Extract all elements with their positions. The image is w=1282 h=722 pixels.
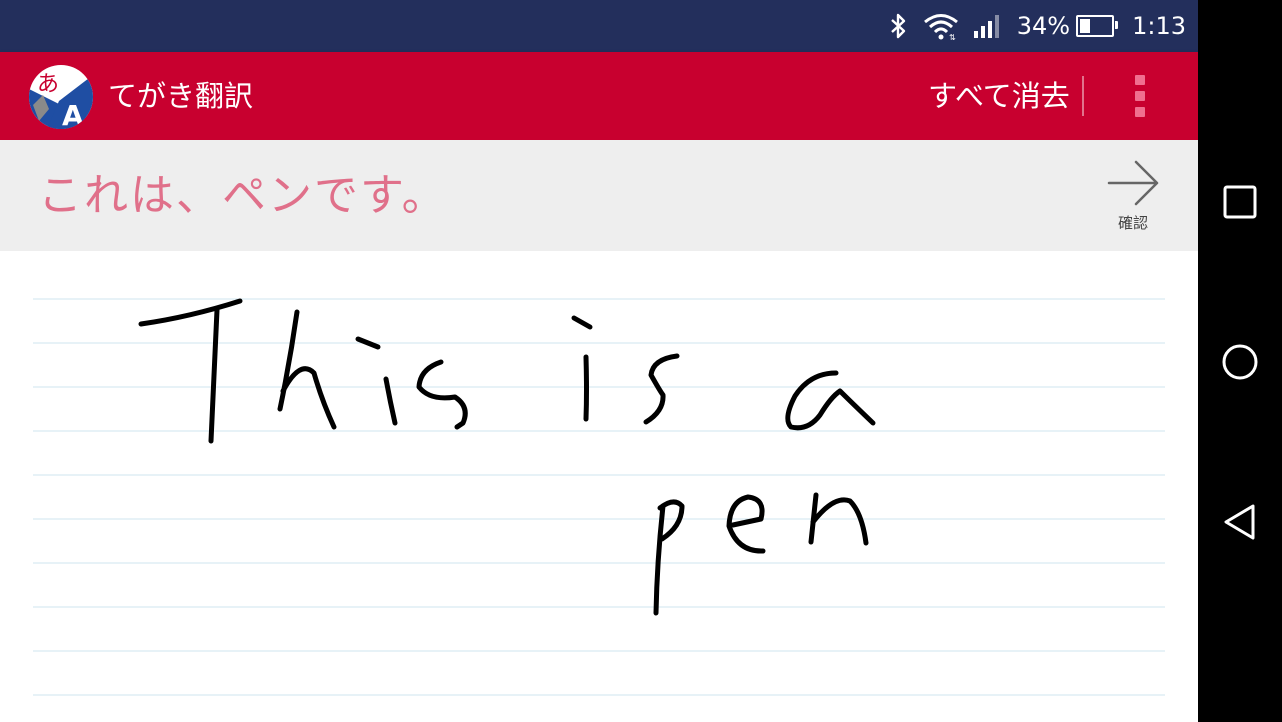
recents-icon[interactable]	[1220, 182, 1260, 222]
handwriting-canvas[interactable]	[0, 251, 1198, 722]
menu-dot	[1135, 107, 1145, 117]
menu-dot	[1135, 91, 1145, 101]
clock: 1:13	[1132, 12, 1186, 40]
handwriting-ink	[33, 298, 1165, 696]
battery-percent: 34%	[1016, 12, 1071, 40]
app-toolbar: あ A てがき翻訳 すべて消去	[0, 52, 1198, 140]
handwritten-word-is	[571, 315, 680, 425]
battery-icon	[1076, 15, 1119, 37]
status-icons: ⇅ 34% 1:13	[887, 0, 1186, 52]
back-icon[interactable]	[1220, 502, 1260, 542]
status-bar: ⇅ 34% 1:13	[0, 0, 1198, 52]
confirm-button[interactable]: 確認	[1098, 150, 1168, 246]
recognition-result-bar: これは、ペンです。	[0, 140, 1198, 251]
confirm-label: 確認	[1117, 214, 1148, 232]
menu-dot	[1135, 75, 1145, 85]
signal-icon	[973, 15, 999, 38]
battery-status: 34%	[1016, 12, 1119, 40]
arrow-right-icon	[1107, 160, 1159, 206]
app-logo-icon: あ A	[29, 65, 93, 129]
home-icon[interactable]	[1220, 342, 1260, 382]
more-vert-icon[interactable]	[1118, 72, 1162, 120]
app-title: てがき翻訳	[108, 79, 254, 113]
recognized-text[interactable]: これは、ペンです。	[38, 140, 448, 251]
svg-text:A: A	[62, 99, 84, 129]
navigation-bar	[1198, 0, 1282, 722]
ruled-lines	[33, 298, 1165, 696]
bluetooth-icon	[890, 13, 905, 39]
wifi-icon: ⇅	[923, 14, 958, 40]
app-screen: ⇅ 34% 1:13 あ A てがき翻訳 すべて消去 これは、ペンです。 確認	[0, 0, 1198, 722]
handwritten-word-a	[785, 370, 876, 431]
handwritten-word-pen	[653, 492, 869, 616]
toolbar-divider	[1082, 76, 1084, 116]
battery-fill	[1080, 19, 1091, 33]
svg-text:あ: あ	[37, 72, 59, 97]
clear-all-button[interactable]: すべて消去	[910, 52, 1088, 140]
svg-text:⇅: ⇅	[949, 33, 956, 40]
handwritten-word-this	[138, 298, 468, 444]
